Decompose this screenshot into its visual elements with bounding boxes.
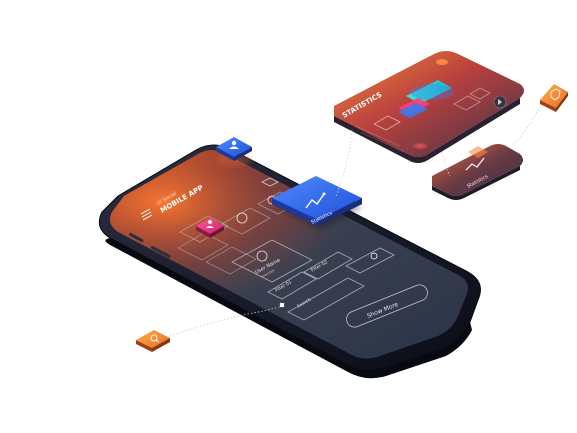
floating-user-icon-top[interactable]: [216, 137, 252, 166]
connector-right: [511, 105, 541, 147]
connector-left-node: [279, 302, 285, 308]
floating-bolt-icon-right[interactable]: [540, 84, 568, 112]
floating-search-icon-left[interactable]: [136, 330, 170, 352]
connector-card-panel: [335, 127, 353, 197]
statistics-panel-small: Statistics: [432, 144, 523, 200]
app-illustration: UI Social MOBILE APP User Name member Fi…: [0, 0, 577, 433]
isometric-scene: UI Social MOBILE APP User Name member Fi…: [98, 51, 568, 379]
